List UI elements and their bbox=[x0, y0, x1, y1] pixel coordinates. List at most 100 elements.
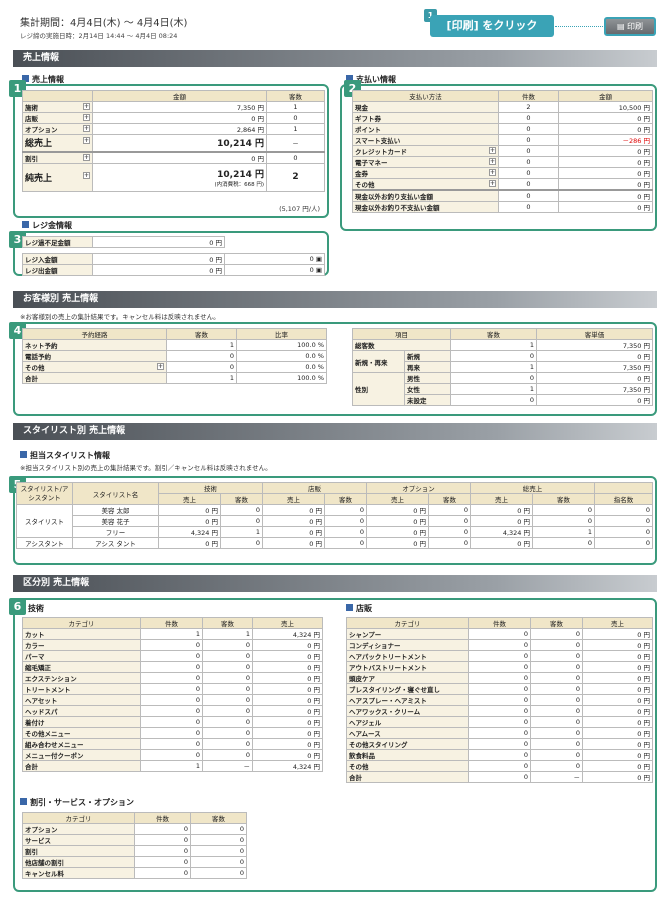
discount-subtitle: 割引・サービス・オプション bbox=[20, 797, 134, 808]
tech-subtitle: 技術 bbox=[28, 604, 44, 613]
table-cell: 0 bbox=[468, 760, 531, 772]
table-cell: 0 円 bbox=[252, 661, 323, 673]
table-row: キャンセル料 0 0 bbox=[22, 867, 247, 879]
table-cell: 4,324 円 bbox=[252, 760, 323, 772]
expand-icon[interactable]: + bbox=[83, 153, 90, 161]
table-cell: 0 bbox=[140, 639, 203, 651]
table-cell: 0 bbox=[202, 683, 253, 695]
table-cell: 0 円 bbox=[582, 716, 653, 728]
table-cell: 組み合わせメニュー bbox=[22, 738, 141, 750]
table-row: 縮毛矯正 0 0 0 円 bbox=[22, 661, 323, 673]
table-row: ヘアセット 0 0 0 円 bbox=[22, 694, 323, 706]
table-cell: 0 bbox=[530, 628, 583, 640]
table-cell: 0 bbox=[468, 727, 531, 739]
period-label: 集計期間：4月4日(木) ～ 4月4日(木) bbox=[20, 18, 188, 29]
table-cell: 0 bbox=[202, 650, 253, 662]
table-cell: 0 bbox=[202, 749, 253, 761]
table-cell: 0 円 bbox=[582, 738, 653, 750]
table-row: ブレスタイリング・寝ぐせ直し 0 0 0 円 bbox=[346, 683, 653, 695]
table-cell: 0 円 bbox=[252, 672, 323, 684]
table-cell: 0 bbox=[468, 639, 531, 651]
table-cell: 0 bbox=[140, 650, 203, 662]
table-cell: コンディショナー bbox=[346, 639, 469, 651]
expand-icon[interactable]: + bbox=[83, 125, 90, 132]
expand-icon[interactable]: + bbox=[489, 147, 496, 154]
expand-icon[interactable]: + bbox=[83, 114, 90, 121]
table-cell: 0 円 bbox=[582, 639, 653, 651]
segment-table: 項目 客数 客単価 総客数 1 7,350 円 新規・再来 新規 0 0 円 再来 1 7,350… bbox=[352, 328, 653, 406]
table-cell: 0 bbox=[530, 760, 583, 772]
expand-icon[interactable]: + bbox=[157, 363, 164, 370]
table-cell: 0 円 bbox=[252, 683, 323, 695]
expand-icon[interactable]: + bbox=[83, 137, 90, 145]
table-cell: 0 bbox=[140, 672, 203, 684]
table-cell: 0 円 bbox=[252, 716, 323, 728]
print-callout: [印刷] をクリック bbox=[430, 15, 554, 37]
table-row: オプション 0 0 bbox=[22, 823, 247, 835]
table-cell: ヘアパックトリートメント bbox=[346, 650, 469, 662]
table-cell: 0 bbox=[202, 661, 253, 673]
table-cell: 0 bbox=[468, 749, 531, 761]
expand-icon[interactable]: + bbox=[489, 169, 496, 176]
table-cell: 0 円 bbox=[582, 683, 653, 695]
reji-table: レジ入金額 0 円0 ▣ レジ出金額 0 円0 ▣ bbox=[22, 253, 325, 276]
table-cell: エクステンション bbox=[22, 672, 141, 684]
expand-icon[interactable]: + bbox=[489, 180, 496, 187]
stylist-subtitle: 担当スタイリスト情報 bbox=[20, 450, 110, 461]
table-cell: 0 円 bbox=[252, 738, 323, 750]
table-cell: 0 bbox=[190, 867, 247, 879]
table-cell: ヘアワックス・クリーム bbox=[346, 705, 469, 717]
table-cell: 0 bbox=[202, 672, 253, 684]
table-cell: 0 bbox=[140, 716, 203, 728]
table-cell: 0 bbox=[190, 845, 247, 857]
table-cell: 0 bbox=[468, 661, 531, 673]
table-cell: 1 bbox=[202, 628, 253, 640]
table-cell: カラー bbox=[22, 639, 141, 651]
table-cell: 0 bbox=[468, 672, 531, 684]
table-cell: 0 bbox=[530, 672, 583, 684]
table-cell: 0 bbox=[202, 694, 253, 706]
expand-icon[interactable]: + bbox=[83, 103, 90, 110]
table-row: ヘアワックス・クリーム 0 0 0 円 bbox=[346, 705, 653, 717]
table-cell: 0 bbox=[140, 705, 203, 717]
stylist-table: スタイリスト/アシスタント スタイリスト名 技術 店販 オプション 総売上 売上 客数 売上客… bbox=[16, 482, 654, 549]
table-cell: 0 bbox=[140, 683, 203, 695]
reji-short-table: レジ過不足金額 0 円 bbox=[22, 236, 225, 248]
table-cell: 0 bbox=[530, 705, 583, 717]
table-cell: 着付け bbox=[22, 716, 141, 728]
print-label: 印刷 bbox=[627, 22, 644, 31]
stylist-note: ※担当スタイリスト別の売上の集計結果です。割引／キャンセル料は反映されません。 bbox=[20, 464, 272, 472]
table-cell: キャンセル料 bbox=[22, 867, 135, 879]
table-row: その他 0 0 0 円 bbox=[346, 760, 653, 772]
expand-icon[interactable]: + bbox=[489, 158, 496, 165]
table-cell: 0 bbox=[140, 749, 203, 761]
pay-table: 支払い方法 件数 金額 現金 2 10,500 円 ギフト券 0 0 円 ポイント 0 0 円 … bbox=[352, 90, 653, 213]
table-cell: 0 円 bbox=[582, 727, 653, 739]
table-cell: 0 bbox=[530, 727, 583, 739]
table-cell: 0 円 bbox=[252, 749, 323, 761]
table-cell: ヘアセット bbox=[22, 694, 141, 706]
table-cell: 0 bbox=[202, 639, 253, 651]
table-cell: 0 bbox=[468, 705, 531, 717]
table-row: サービス 0 0 bbox=[22, 834, 247, 846]
table-row: その他メニュー 0 0 0 円 bbox=[22, 727, 323, 739]
print-button[interactable]: ▤ 印刷 bbox=[604, 17, 656, 36]
per-customer: (5,107 円/人) bbox=[279, 205, 320, 213]
table-row: 合計 1 － 4,324 円 bbox=[22, 760, 323, 772]
table-cell: 0 bbox=[134, 834, 191, 846]
table-cell: パーマ bbox=[22, 650, 141, 662]
table-cell: ヘアジェル bbox=[346, 716, 469, 728]
table-cell: 頭皮ケア bbox=[346, 672, 469, 684]
table-cell: 0 bbox=[190, 823, 247, 835]
table-cell: 0 bbox=[140, 694, 203, 706]
expand-icon[interactable]: + bbox=[83, 171, 90, 179]
table-row: ヘアスプレー・ヘアミスト 0 0 0 円 bbox=[346, 694, 653, 706]
table-row: ヘアジェル 0 0 0 円 bbox=[346, 716, 653, 728]
table-cell: 0 bbox=[530, 716, 583, 728]
table-cell: 0 円 bbox=[252, 705, 323, 717]
table-cell: 0 bbox=[190, 856, 247, 868]
table-row: 組み合わせメニュー 0 0 0 円 bbox=[22, 738, 323, 750]
table-cell: 他店舗の割引 bbox=[22, 856, 135, 868]
table-cell: ヘアスプレー・ヘアミスト bbox=[346, 694, 469, 706]
table-cell: 0 bbox=[468, 628, 531, 640]
